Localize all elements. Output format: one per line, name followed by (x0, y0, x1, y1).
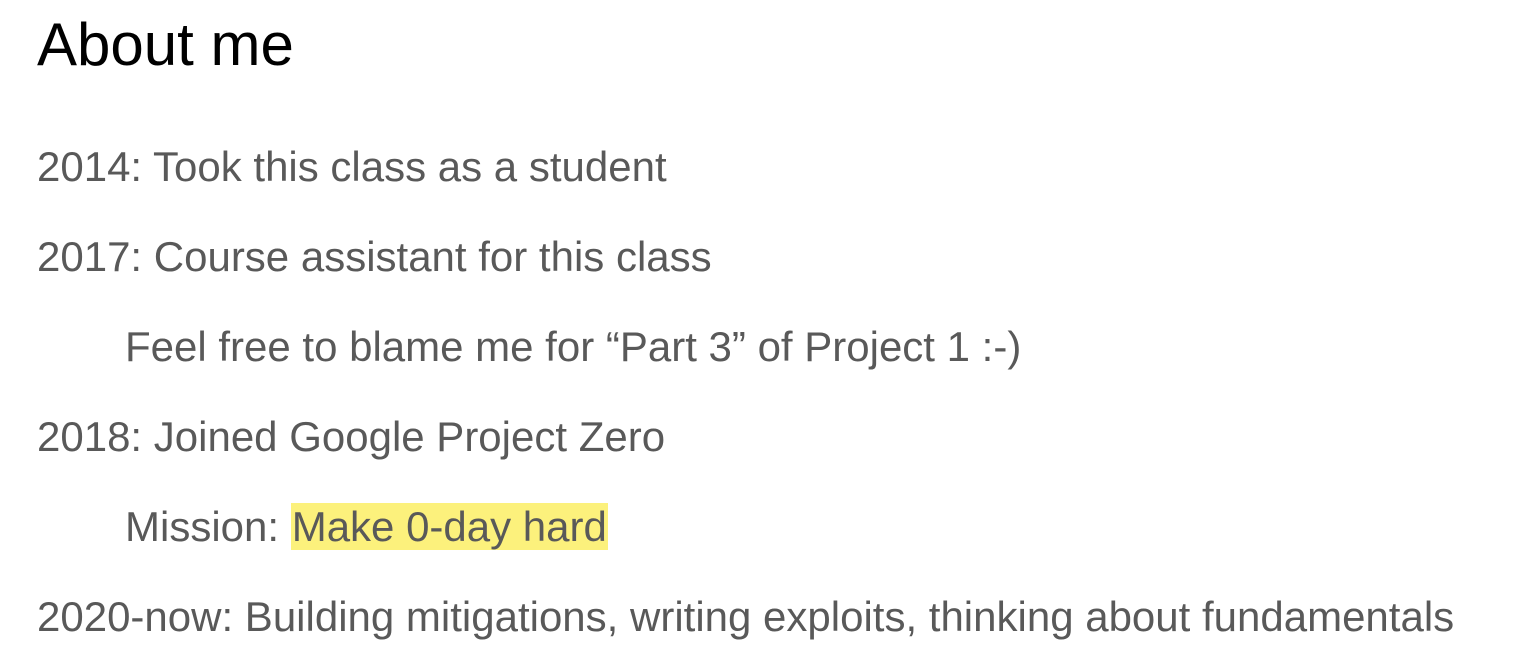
mission-label: Mission: (125, 503, 291, 550)
bullet-2017: 2017: Course assistant for this class (37, 233, 712, 280)
bullet-2020-now: 2020-now: Building mitigations, writing … (37, 593, 1455, 640)
slide-title: About me (37, 11, 294, 78)
bullet-2018: 2018: Joined Google Project Zero (37, 413, 666, 460)
sub-bullet-mission: Mission: Make 0-day hard (125, 502, 608, 552)
mission-highlight: Make 0-day hard (290, 503, 608, 550)
slide: About me 2014: Took this class as a stud… (0, 0, 1536, 672)
bullet-2014: 2014: Took this class as a student (37, 143, 667, 190)
sub-bullet-part3: Feel free to blame me for “Part 3” of Pr… (125, 323, 1022, 370)
